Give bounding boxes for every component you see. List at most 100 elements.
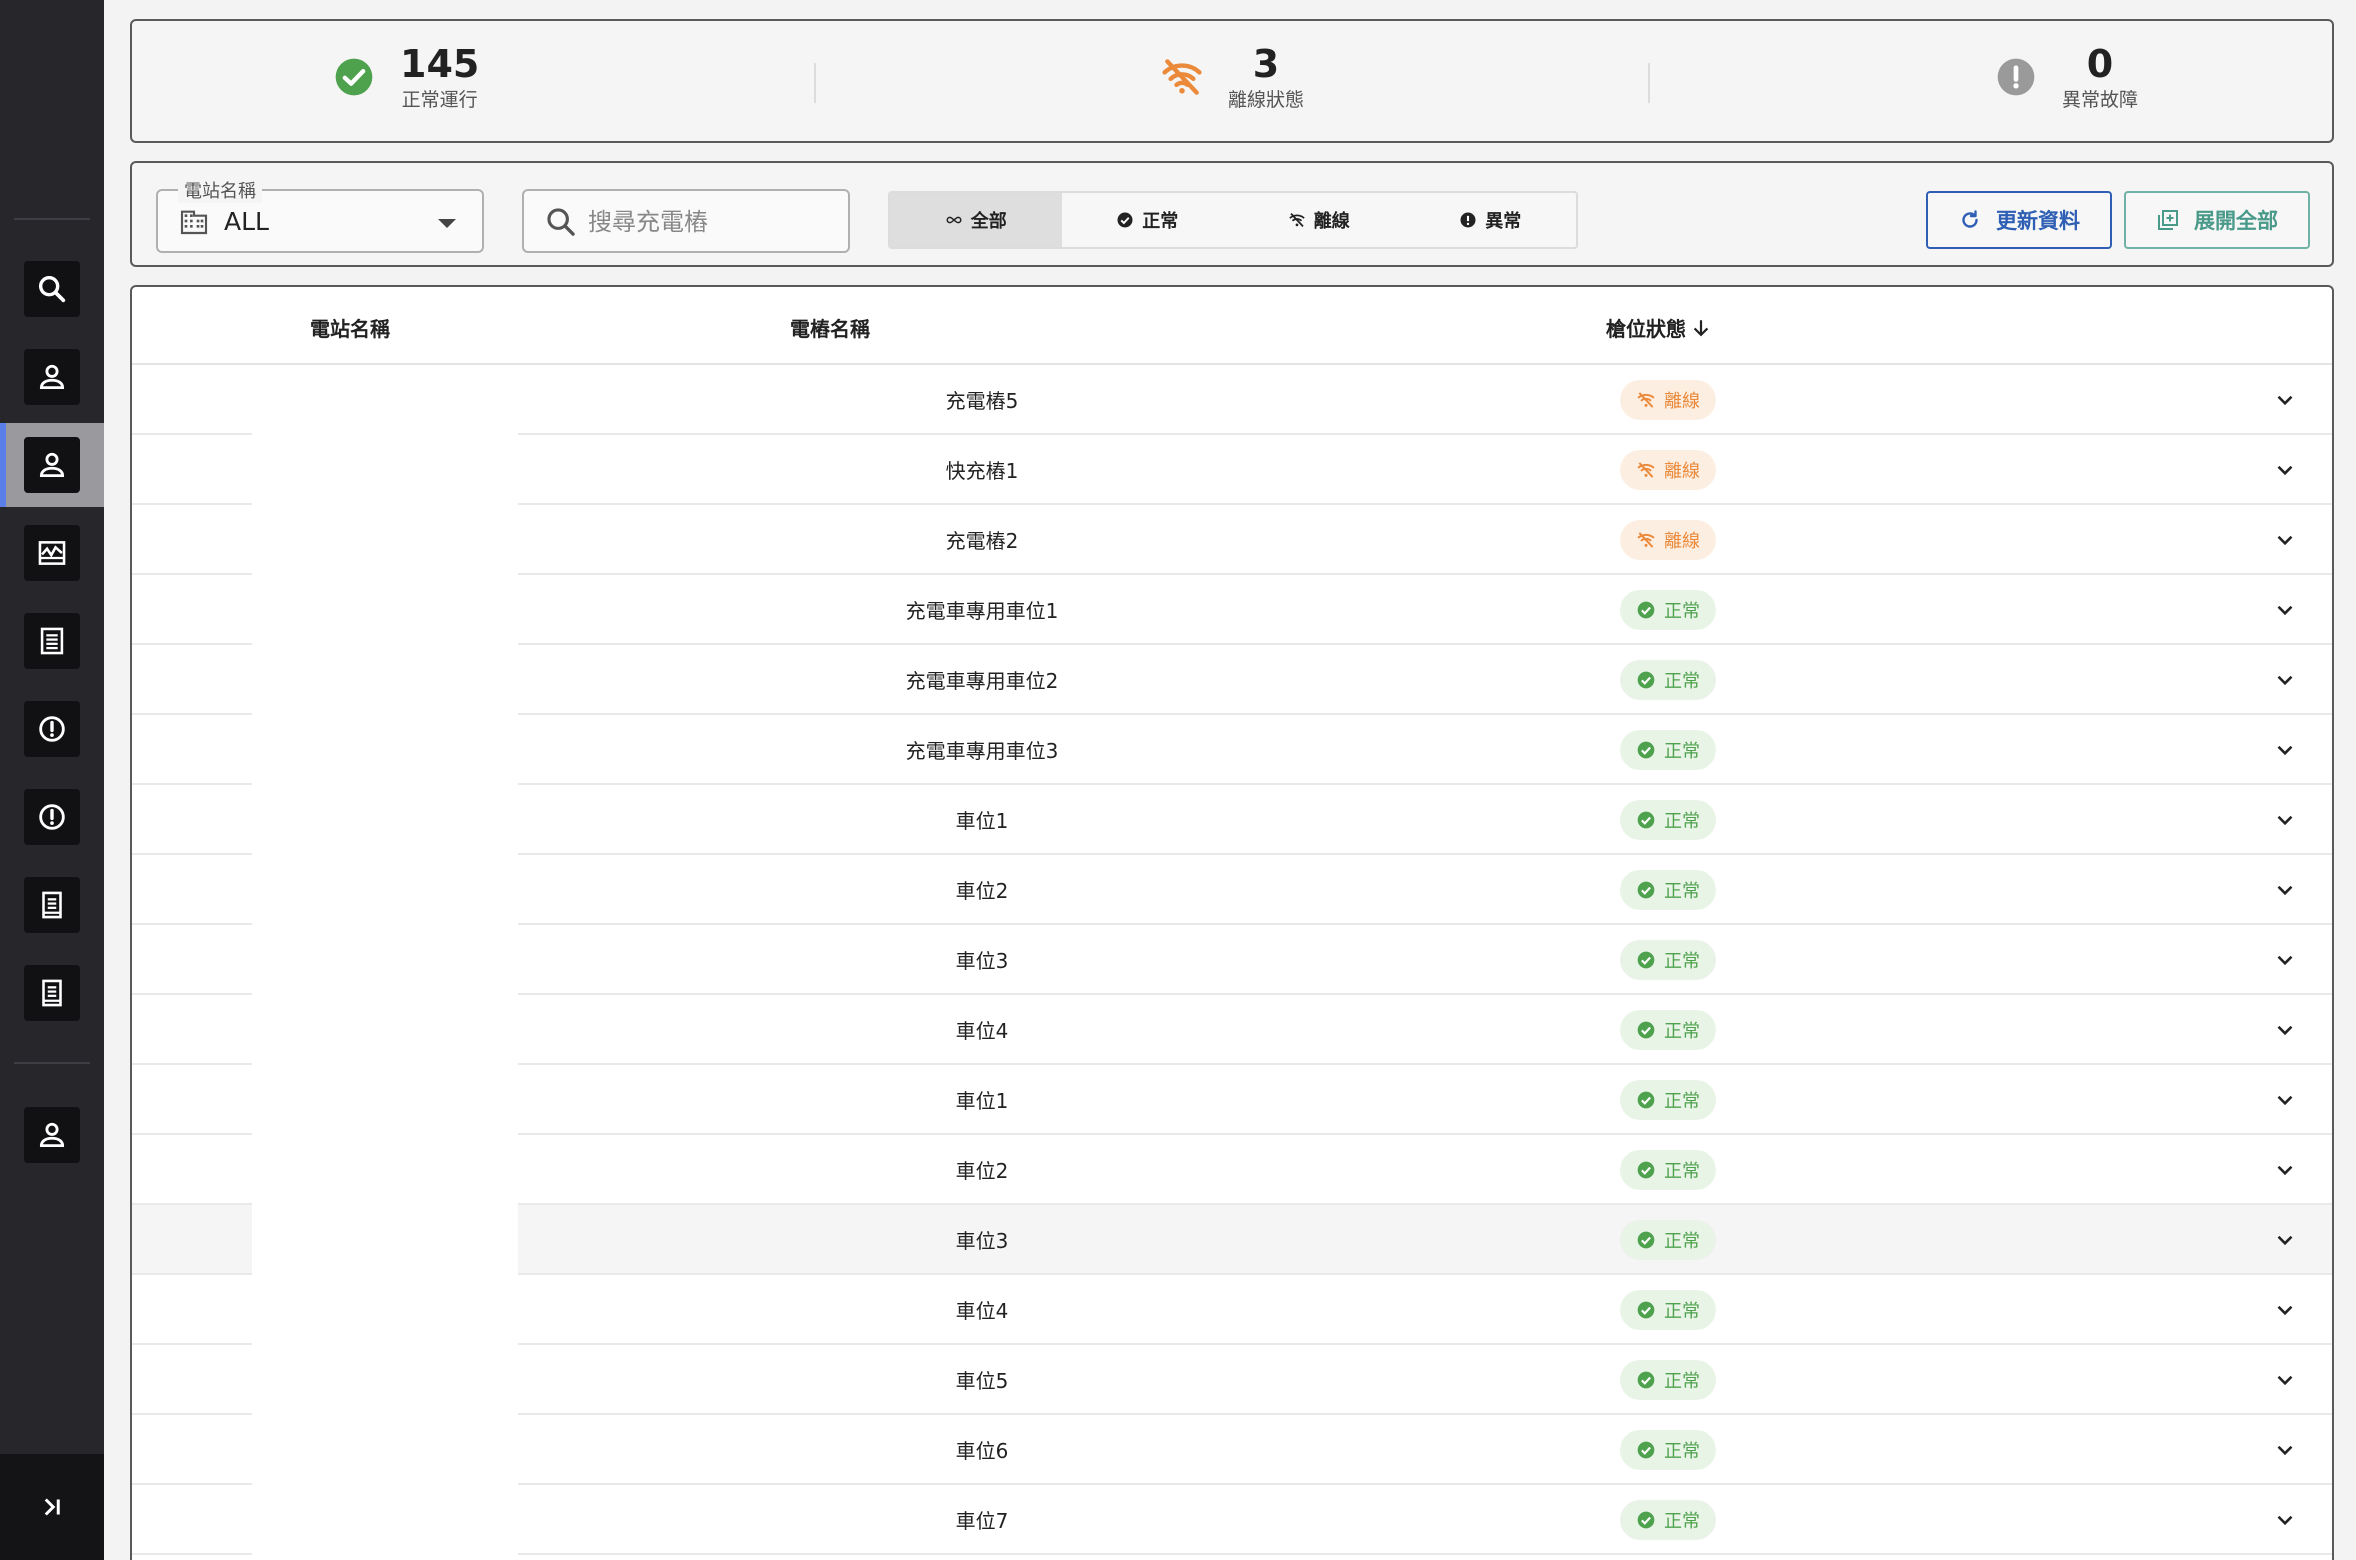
station-select-label: 電站名稱 (178, 177, 262, 203)
wifi-off-icon (1637, 532, 1655, 548)
chevron-down-icon[interactable] (2272, 457, 2298, 483)
charger-name: 車位1 (955, 809, 1009, 833)
status-badge-label: 正常 (1664, 1441, 1700, 1462)
row-divider (518, 1553, 2332, 1555)
document-icon (42, 979, 62, 1007)
filter-normal-button[interactable]: 正常 (1062, 193, 1234, 247)
filter-normal-label: 正常 (1142, 211, 1179, 232)
wifi-off-icon (1637, 462, 1655, 478)
status-badge-label: 正常 (1664, 1511, 1700, 1532)
filter-all-button[interactable]: 全部 (890, 193, 1062, 247)
charger-name: 車位5 (955, 1369, 1009, 1393)
status-badge: 正常 (1620, 1430, 1716, 1470)
station-select-value: ALL (224, 207, 269, 236)
chevron-down-icon[interactable] (2272, 737, 2298, 763)
chevron-down-icon[interactable] (2272, 807, 2298, 833)
check-circle-icon (1637, 1161, 1655, 1179)
infinity-icon (946, 216, 962, 224)
filter-bar: 電站名稱 ALL 全部 正常 離線 異常 更新資料 展開全部 (130, 161, 2334, 267)
person-icon (39, 452, 65, 478)
sidebar-item-user-active[interactable] (0, 423, 104, 507)
charger-name: 車位4 (955, 1019, 1009, 1043)
status-badge-label: 正常 (1664, 881, 1700, 902)
check-circle-icon (1637, 1091, 1655, 1109)
chevron-down-icon[interactable] (2272, 1017, 2298, 1043)
sidebar (0, 0, 104, 1560)
chevron-down-icon[interactable] (2272, 597, 2298, 623)
chevron-down-icon (438, 219, 456, 228)
refresh-button[interactable]: 更新資料 (1926, 191, 2112, 249)
status-badge: 正常 (1620, 1290, 1716, 1330)
charger-name: 車位3 (955, 1229, 1009, 1253)
alert-circle-icon (1460, 212, 1476, 228)
status-badge: 離線 (1620, 450, 1716, 490)
header-station[interactable]: 電站名稱 (310, 313, 390, 342)
sidebar-item-account[interactable] (0, 1093, 104, 1177)
chevron-down-icon[interactable] (2272, 1297, 2298, 1323)
chevron-down-icon[interactable] (2272, 947, 2298, 973)
status-badge-label: 正常 (1664, 601, 1700, 622)
sidebar-item-report-2[interactable] (0, 951, 104, 1035)
check-circle-icon (1637, 671, 1655, 689)
sidebar-item-monitor[interactable] (0, 511, 104, 595)
status-badge-label: 正常 (1664, 1301, 1700, 1322)
status-badge: 正常 (1620, 940, 1716, 980)
status-badge-label: 正常 (1664, 1161, 1700, 1182)
document-icon (42, 891, 62, 919)
filter-offline-button[interactable]: 離線 (1233, 193, 1405, 247)
chevron-down-icon[interactable] (2272, 877, 2298, 903)
search-box (522, 189, 850, 253)
header-status[interactable]: 槍位狀態 (1606, 313, 1712, 342)
filter-fault-button[interactable]: 異常 (1405, 193, 1577, 247)
header-charger[interactable]: 電樁名稱 (790, 313, 870, 342)
sidebar-expand-button[interactable] (0, 1454, 104, 1560)
normal-label: 正常運行 (401, 89, 478, 111)
summary-separator (814, 63, 816, 103)
sidebar-item-alert-2[interactable] (0, 775, 104, 859)
chevron-down-icon[interactable] (2272, 1507, 2298, 1533)
charger-name: 車位7 (955, 1509, 1009, 1533)
check-circle-icon (1637, 601, 1655, 619)
chevron-down-icon[interactable] (2272, 1367, 2298, 1393)
wifi-off-icon (1162, 59, 1202, 95)
sidebar-item-report[interactable] (0, 863, 104, 947)
chevron-down-icon[interactable] (2272, 1087, 2298, 1113)
sidebar-item-search[interactable] (0, 247, 104, 331)
station-select[interactable]: 電站名稱 ALL (156, 177, 484, 253)
sidebar-item-list[interactable] (0, 599, 104, 683)
charger-name: 車位2 (955, 1159, 1009, 1183)
refresh-label: 更新資料 (1996, 209, 2080, 233)
chevron-down-icon[interactable] (2272, 1437, 2298, 1463)
charger-name: 充電車專用車位3 (905, 739, 1059, 763)
check-circle-icon (1637, 1231, 1655, 1249)
station-cell (252, 365, 518, 1560)
chevron-down-icon[interactable] (2272, 387, 2298, 413)
person-icon (39, 1122, 65, 1148)
expand-all-button[interactable]: 展開全部 (2124, 191, 2310, 249)
arrow-down-icon (1693, 320, 1709, 337)
sidebar-item-alert[interactable] (0, 687, 104, 771)
status-badge-label: 離線 (1664, 531, 1700, 552)
charger-name: 充電車專用車位1 (905, 599, 1059, 623)
search-icon (38, 275, 66, 303)
sidebar-item-user[interactable] (0, 335, 104, 419)
library-add-icon (2158, 210, 2178, 230)
chevron-down-icon[interactable] (2272, 667, 2298, 693)
check-circle-icon (1637, 881, 1655, 899)
monitor-chart-icon (38, 541, 66, 565)
expand-all-label: 展開全部 (2194, 209, 2278, 233)
list-icon (40, 627, 64, 655)
summary-offline: 3 離線狀態 (1160, 41, 1304, 113)
search-input[interactable] (588, 201, 838, 243)
charger-name: 車位3 (955, 949, 1009, 973)
chevron-down-icon[interactable] (2272, 1227, 2298, 1253)
status-badge-label: 正常 (1664, 951, 1700, 972)
status-badge: 正常 (1620, 730, 1716, 770)
status-badge-label: 正常 (1664, 1371, 1700, 1392)
fault-count: 0 (2086, 42, 2114, 86)
check-circle-icon (1637, 951, 1655, 969)
chevron-down-icon[interactable] (2272, 527, 2298, 553)
status-badge-label: 離線 (1664, 391, 1700, 412)
charger-name: 車位4 (955, 1299, 1009, 1323)
chevron-down-icon[interactable] (2272, 1157, 2298, 1183)
